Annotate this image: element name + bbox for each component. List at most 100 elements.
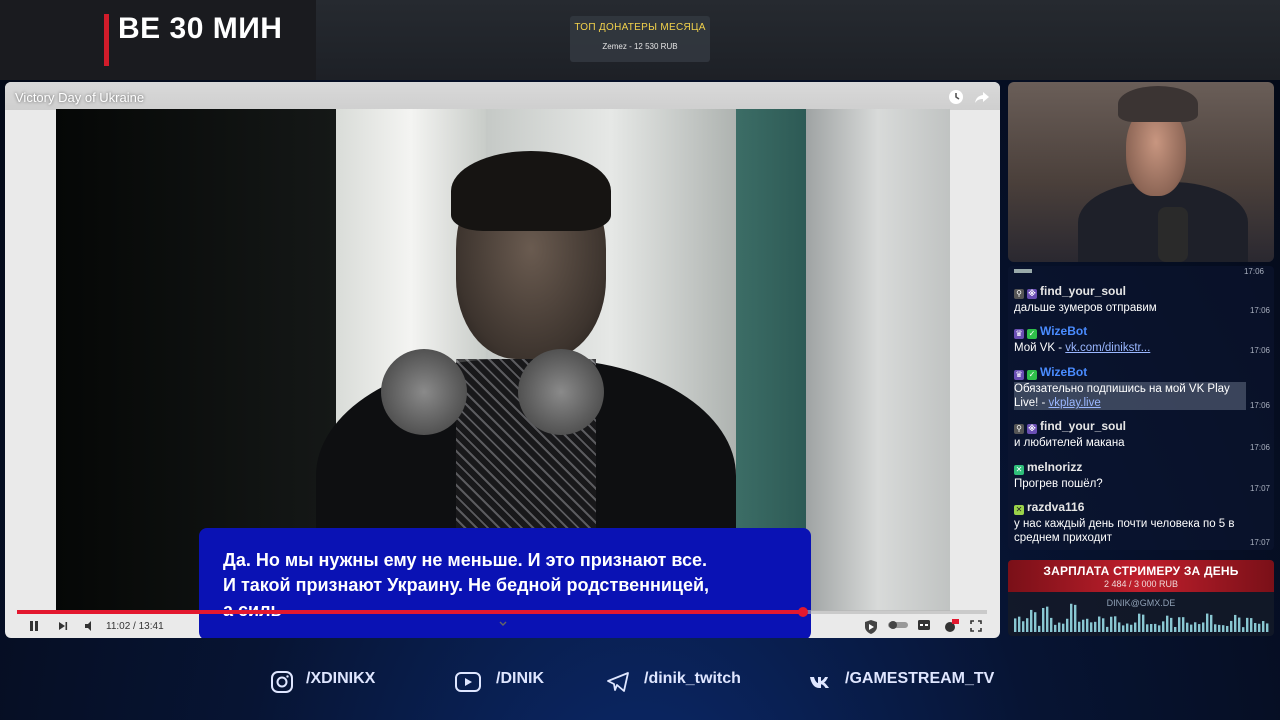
share-icon[interactable] [973,88,991,106]
settings-hd-icon[interactable] [943,619,959,633]
pause-icon[interactable] [27,619,41,633]
salary-email: DINIK@GMX.DE [1106,598,1176,608]
chat-panel: 17:06 ⚲ ※ find_your_soul дальше зумеров от… [1008,266,1274,550]
video-player[interactable]: Victory Day of Ukraine Да. Но мы нужны е… [5,82,1000,638]
next-icon[interactable] [57,619,69,633]
chat-message: ♛ ✓ WizeBot Обязательно подпишись на мой V… [1014,365,1270,410]
waveform-bar [1158,625,1161,632]
top-donors-title: ТОП ДОНАТЕРЫ МЕСЯЦА [574,22,706,33]
player-controls: 11:02 / 13:41 [5,616,1000,638]
waveform-bar [1050,617,1053,632]
progress-bar[interactable] [17,607,987,617]
chat-message: ♛ ✓ WizeBot Мой VK - vk.com/dinikstr... 17… [1014,324,1270,355]
waveform-bar [1166,615,1169,632]
volume-icon[interactable] [83,619,97,633]
fullscreen-icon[interactable] [969,619,983,633]
gift-badge-icon: ✕ [1014,505,1024,515]
chat-time: 17:07 [1249,538,1270,547]
chat-username[interactable]: find_your_soul [1040,284,1126,298]
waveform-bar [1066,618,1069,632]
verified-badge-icon: ✓ [1027,370,1037,380]
waveform-bar [1106,626,1109,632]
chat-username[interactable]: WizeBot [1040,365,1087,379]
chat-message: ⚲ ※ find_your_soul дальше зумеров отправим… [1014,284,1270,315]
social-vk-label[interactable]: /GAMESTREAM_TV [845,670,994,688]
waveform-bar [1054,624,1057,632]
chat-message: ✕ razdva116 у нас каждый день почти челов… [1014,500,1270,547]
chat-link[interactable]: vkplay.live [1049,397,1101,409]
waveform-bar [1074,604,1077,632]
autoplay-toggle-icon[interactable] [887,619,909,631]
captions-icon[interactable] [917,619,931,631]
waveform-bar [1090,622,1093,632]
player-header: Victory Day of Ukraine [5,82,1000,110]
waveform-bar [1182,617,1185,632]
waveform-bar [1214,624,1217,632]
chat-username[interactable]: find_your_soul [1040,419,1126,433]
waveform-bar [1146,624,1149,632]
waveform-bar [1062,623,1065,632]
waveform-bar [1154,623,1157,632]
chat-username[interactable]: WizeBot [1040,324,1087,338]
verified-badge-icon: ✓ [1027,329,1037,339]
chat-text: у нас каждый день почти человека по 5 в … [1014,518,1235,544]
salary-amount: 2 484 / 3 000 RUB [1103,579,1179,589]
waveform-bar [1042,607,1045,632]
waveform-bar [1262,621,1265,632]
instagram-icon [271,671,293,693]
waveform-bar [1218,624,1221,632]
chat-time: 17:07 [1249,484,1270,493]
social-telegram-label[interactable]: /dinik_twitch [644,670,741,688]
top-donors-widget: ТОП ДОНАТЕРЫ МЕСЯЦА Zemez - 12 530 RUB [570,16,710,62]
sub-badge-icon: ※ [1027,289,1037,299]
waveform-bar [1058,622,1061,632]
waveform-bar [1190,624,1193,632]
waveform-bar [1198,624,1201,632]
chat-text: Мой VK - vk.com/dinikstr... [1014,341,1270,355]
social-youtube-label[interactable]: /DINIK [496,670,544,688]
time-display: 11:02 / 13:41 [106,621,164,632]
waveform-bar [1174,627,1177,632]
video-title[interactable]: Victory Day of Ukraine [15,90,144,105]
waveform-bar [1230,620,1233,632]
waveform-bar [1114,616,1117,632]
waveform-bar [1222,625,1225,632]
waveform-bar [1254,623,1257,632]
waveform-bar [1266,623,1269,632]
waveform-bar [1130,624,1133,632]
chat-message: ✕ melnorizz Прогрев пошёл? 17:07 [1014,460,1270,493]
top-donor-entry: Zemez - 12 530 RUB [602,42,678,51]
chat-username[interactable]: melnorizz [1027,460,1082,474]
waveform-bar [1250,618,1253,632]
waveform-bar [1162,621,1165,632]
waveform-bar [1078,621,1081,632]
timer-text: ВЕ 30 МИН [118,12,283,45]
subtitle-line: Да. Но мы нужны ему не меньше. И это при… [223,550,708,570]
chat-username[interactable]: razdva116 [1027,500,1084,514]
chevron-down-icon[interactable] [498,619,508,629]
waveform-bar [1134,622,1137,632]
chat-text-prefix: Обязательно подпишись на мой VK Play Liv… [1014,383,1230,409]
subtitle-line: И такой признают Украину. Не бедной родс… [223,575,710,595]
microphone-right [518,349,604,435]
speaker-hair [451,151,611,231]
chat-message: ⚲ ※ find_your_soul и любителей макана 17:0… [1014,419,1270,452]
waveform-bar [1170,617,1173,632]
waveform-bar [1126,623,1129,632]
social-links-bar: /XDINIKX /DINIK /dinik_twitch /GAMESTREA… [0,662,1280,702]
chat-badge-partial [1014,269,1032,273]
social-instagram-label[interactable]: /XDINIKX [306,670,375,688]
waveform-bar [1178,617,1181,632]
waveform-bar [1142,614,1145,632]
waveform-bar [1186,622,1189,632]
chat-link[interactable]: vk.com/dinikstr... [1065,342,1150,354]
watch-later-icon[interactable] [947,88,965,106]
streamer-microphone [1158,207,1188,262]
progress-fill [17,610,803,614]
salary-title: ЗАРПЛАТА СТРИМЕРУ ЗА ДЕНЬ [1043,564,1239,578]
waveform-bar [1226,625,1229,632]
chat-text-highlighted: Обязательно подпишись на мой VK Play Liv… [1014,382,1246,410]
shield-icon[interactable] [863,619,879,635]
salary-widget: ЗАРПЛАТА СТРИМЕРУ ЗА ДЕНЬ 2 484 / 3 000 … [1008,560,1274,636]
waveform-bar [1242,627,1245,632]
